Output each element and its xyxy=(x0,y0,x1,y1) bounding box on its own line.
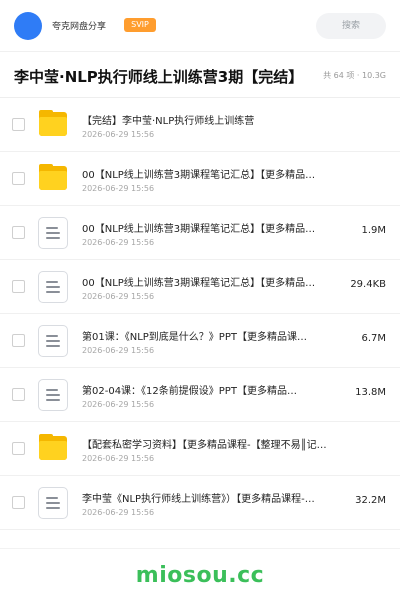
list-item[interactable]: 【完结】李中莹·NLP执行师线上训练营 2026-06-29 15:56 xyxy=(0,98,400,152)
select-checkbox[interactable] xyxy=(12,334,25,347)
file-name[interactable]: 00【NLP线上训练营3期课程笔记汇总】【更多精品… xyxy=(82,166,344,181)
list-item[interactable]: 李中莹《NLP执行师线上训练营》）【更多精品课程-… 2026-06-29 15:… xyxy=(0,476,400,530)
select-checkbox[interactable] xyxy=(12,226,25,239)
select-checkbox[interactable] xyxy=(12,280,25,293)
select-checkbox[interactable] xyxy=(12,118,25,131)
page-title: 李中莹·NLP执行师线上训练营3期【完结】 xyxy=(14,68,304,86)
avatar[interactable] xyxy=(14,12,42,40)
document-icon xyxy=(36,216,70,250)
document-icon xyxy=(36,486,70,520)
file-name[interactable]: 【完结】李中莹·NLP执行师线上训练营 xyxy=(82,112,344,127)
file-date: 2026-06-29 15:56 xyxy=(82,454,155,463)
file-size: 6.7M xyxy=(361,333,386,344)
select-checkbox[interactable] xyxy=(12,172,25,185)
file-date: 2026-06-29 15:56 xyxy=(82,184,155,193)
top-bar: 夸克网盘分享 SVIP 搜索 xyxy=(0,0,400,52)
footer: miosou.cc xyxy=(0,548,400,600)
file-name[interactable]: 第02-04课：《12条前提假设》PPT【更多精品… xyxy=(82,382,344,397)
file-size: 29.4KB xyxy=(350,279,386,290)
file-date: 2026-06-29 15:56 xyxy=(82,238,155,247)
title-row: 李中莹·NLP执行师线上训练营3期【完结】 共 64 项 · 10.3G xyxy=(0,52,400,98)
watermark: miosou.cc xyxy=(135,563,265,588)
folder-icon xyxy=(36,108,70,142)
search-input[interactable]: 搜索 xyxy=(316,13,386,39)
file-name[interactable]: 第01课：《NLP到底是什么？》PPT【更多精品课… xyxy=(82,328,344,343)
file-list: 【完结】李中莹·NLP执行师线上训练营 2026-06-29 15:56 00【NL… xyxy=(0,98,400,530)
file-size: 13.8M xyxy=(355,387,386,398)
document-icon xyxy=(36,378,70,412)
list-item[interactable]: 【配套私密学习资料】【更多精品课程-【整理不易║记… 2026-06-29 15:… xyxy=(0,422,400,476)
select-checkbox[interactable] xyxy=(12,388,25,401)
list-item[interactable]: 00【NLP线上训练营3期课程笔记汇总】【更多精品… 2026-06-29 15:… xyxy=(0,152,400,206)
file-name[interactable]: 【配套私密学习资料】【更多精品课程-【整理不易║记… xyxy=(82,436,344,451)
file-size: 32.2M xyxy=(355,495,386,506)
select-checkbox[interactable] xyxy=(12,442,25,455)
file-date: 2026-06-29 15:56 xyxy=(82,400,155,409)
file-date: 2026-06-29 15:56 xyxy=(82,292,155,301)
folder-icon xyxy=(36,432,70,466)
file-name[interactable]: 李中莹《NLP执行师线上训练营》）【更多精品课程-… xyxy=(82,490,344,505)
list-item[interactable]: 00【NLP线上训练营3期课程笔记汇总】【更多精品… 2026-06-29 15:… xyxy=(0,206,400,260)
select-checkbox[interactable] xyxy=(12,496,25,509)
file-size: 1.9M xyxy=(361,225,386,236)
user-name[interactable]: 夸克网盘分享 xyxy=(52,19,106,32)
item-count-meta: 共 64 项 · 10.3G xyxy=(323,71,386,80)
file-date: 2026-06-29 15:56 xyxy=(82,346,155,355)
file-name[interactable]: 00【NLP线上训练营3期课程笔记汇总】【更多精品… xyxy=(82,274,344,289)
list-item[interactable]: 第02-04课：《12条前提假设》PPT【更多精品… 2026-06-29 15:… xyxy=(0,368,400,422)
list-item[interactable]: 00【NLP线上训练营3期课程笔记汇总】【更多精品… 2026-06-29 15:… xyxy=(0,260,400,314)
file-date: 2026-06-29 15:56 xyxy=(82,508,155,517)
svip-badge: SVIP xyxy=(124,18,156,32)
folder-icon xyxy=(36,162,70,196)
file-date: 2026-06-29 15:56 xyxy=(82,130,155,139)
list-item[interactable]: 第01课：《NLP到底是什么？》PPT【更多精品课… 2026-06-29 15:… xyxy=(0,314,400,368)
file-name[interactable]: 00【NLP线上训练营3期课程笔记汇总】【更多精品… xyxy=(82,220,344,235)
document-icon xyxy=(36,324,70,358)
document-icon xyxy=(36,270,70,304)
